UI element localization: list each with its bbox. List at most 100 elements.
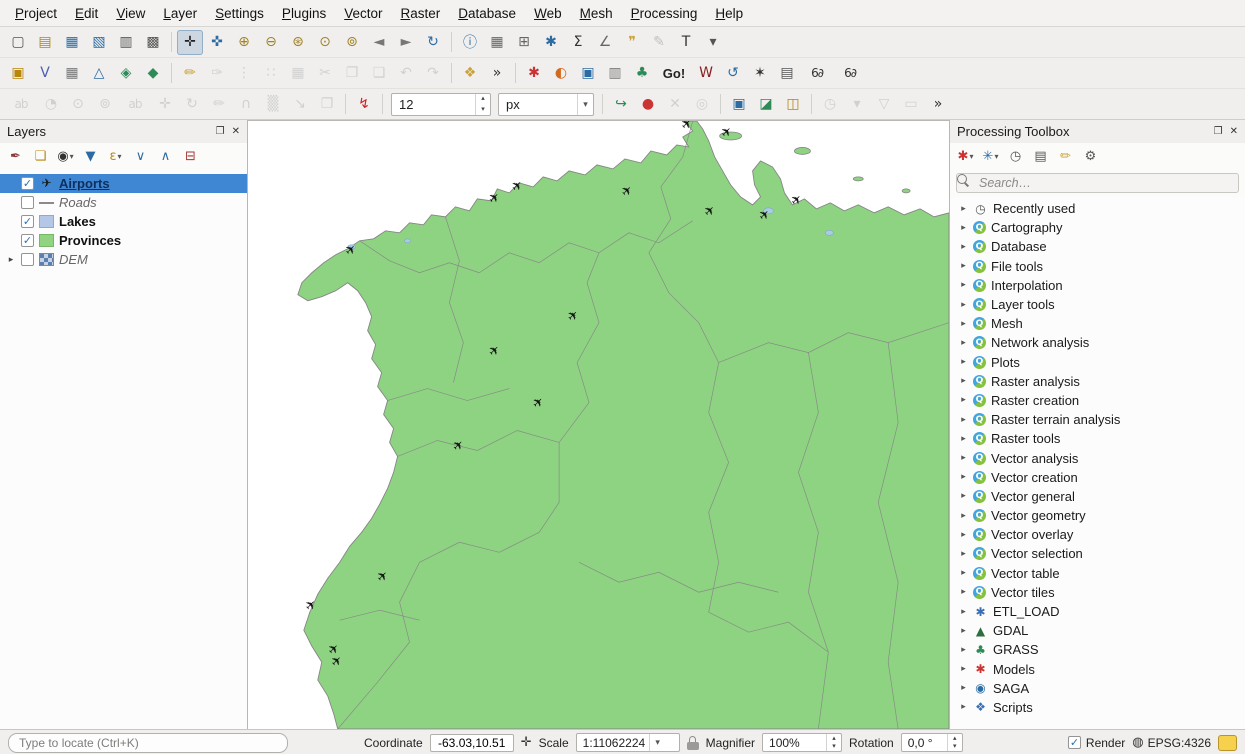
menu-web[interactable]: Web (525, 2, 571, 25)
font-unit-combo-arrow[interactable]: ▾ (577, 94, 593, 115)
toolbar-overflow[interactable]: » (484, 61, 510, 86)
tree-expand-icon[interactable]: ▸ (959, 434, 968, 444)
add-mesh-layer[interactable]: △ (86, 61, 112, 86)
redo[interactable]: ↷ (420, 61, 446, 86)
options[interactable]: ⚙ (1079, 146, 1102, 168)
go-button[interactable]: Go! (656, 61, 692, 86)
toggle-labels[interactable]: ab (119, 92, 151, 117)
reload-plugins[interactable]: ↺ (720, 61, 746, 86)
toolbox-group-mesh[interactable]: ▸QMesh (950, 314, 1245, 333)
toolbox-group-database[interactable]: ▸QDatabase (950, 237, 1245, 256)
change-label[interactable]: ✏ (206, 92, 232, 117)
save-project-as[interactable]: ▧ (86, 30, 112, 55)
menu-raster[interactable]: Raster (392, 2, 450, 25)
menu-view[interactable]: View (107, 2, 154, 25)
plugin-tool[interactable]: ♣ (629, 61, 655, 86)
toggle-editing[interactable]: ✏ (177, 61, 203, 86)
statistical-summary[interactable]: Σ (565, 30, 591, 55)
layers-close-button[interactable]: ✕ (232, 126, 240, 137)
tree-expand-icon[interactable]: ▸ (959, 702, 968, 712)
tree-expand-icon[interactable]: ▸ (959, 491, 968, 501)
new-shapefile-layer[interactable]: ◈ (113, 61, 139, 86)
layer-item-lakes[interactable]: ✓Lakes (0, 212, 247, 231)
elevation-profile[interactable]: ◪ (753, 92, 779, 117)
temporal-controller[interactable]: ◷ (817, 92, 843, 117)
toolbox-group-vector-overlay[interactable]: ▸QVector overlay (950, 525, 1245, 544)
text-annotation[interactable]: T (673, 30, 699, 55)
paste-features[interactable]: ❏ (366, 61, 392, 86)
scale-combo[interactable]: 1:11062224 ▾ (576, 733, 680, 752)
new-annotation[interactable]: ✎ (646, 30, 672, 55)
expand-all[interactable]: ∨ (129, 146, 152, 168)
remove-layer[interactable]: ⊟ (179, 146, 202, 168)
tree-expand-icon[interactable]: ▸ (959, 607, 968, 617)
filter-legend[interactable]: ▼ (79, 146, 102, 168)
filter-dropdown[interactable]: ▽ (871, 92, 897, 117)
rotation-spinbox[interactable]: 0,0 ° ▴▾ (901, 733, 963, 752)
toolbox-group-vector-geometry[interactable]: ▸QVector geometry (950, 506, 1245, 525)
copy-format[interactable]: ❐ (314, 92, 340, 117)
toolbox-group-file-tools[interactable]: ▸QFile tools (950, 257, 1245, 276)
zoom-out[interactable]: ⊖ (258, 30, 284, 55)
menu-project[interactable]: Project (6, 2, 66, 25)
tree-expand-icon[interactable]: ▸ (959, 319, 968, 329)
magnifier-spinbox[interactable]: 100% ▴▾ (762, 733, 842, 752)
rotation-spin-arrows[interactable]: ▴▾ (947, 734, 962, 751)
menu-edit[interactable]: Edit (66, 2, 107, 25)
open-project[interactable]: ▤ (32, 30, 58, 55)
toolbox-group-gdal[interactable]: ▸▲GDAL (950, 621, 1245, 640)
tree-expand-icon[interactable]: ▸ (959, 395, 968, 405)
tree-expand-icon[interactable]: ▸ (959, 511, 968, 521)
measure-line[interactable]: ∠ (592, 30, 618, 55)
toolbox-group-raster-creation[interactable]: ▸QRaster creation (950, 391, 1245, 410)
extra-dropdown[interactable]: ▭ (898, 92, 924, 117)
tree-expand-icon[interactable]: ▸ (959, 568, 968, 578)
binoculars-tool-1[interactable]: 6∂ (801, 61, 833, 86)
zoom-next[interactable]: ► (393, 30, 419, 55)
new-geopackage-layer[interactable]: ◆ (140, 61, 166, 86)
menu-settings[interactable]: Settings (206, 2, 273, 25)
toolbox-group-raster-analysis[interactable]: ▸QRaster analysis (950, 372, 1245, 391)
refresh-map[interactable]: ↻ (420, 30, 446, 55)
tree-expand-icon[interactable]: ▸ (959, 683, 968, 693)
vertex-tool[interactable]: ∷ (258, 61, 284, 86)
toolbox-search-input[interactable] (956, 173, 1239, 193)
new-3d-map-view[interactable]: ▣ (726, 92, 752, 117)
layout-manager[interactable]: ▩ (140, 30, 166, 55)
filter-by-expression[interactable]: ε▾ (104, 146, 127, 168)
messages-icon[interactable] (1218, 735, 1237, 751)
font-size-spinbox[interactable]: 12▴▾ (391, 93, 491, 116)
pin-labels[interactable]: ⊙ (65, 92, 91, 117)
new-project[interactable]: ▢ (5, 30, 31, 55)
layer-visibility-checkbox[interactable]: ✓ (21, 234, 34, 247)
debug-plugin[interactable]: ✶ (747, 61, 773, 86)
font-size-spinbox-arrows[interactable]: ▴▾ (475, 94, 490, 115)
toolbox-group-vector-analysis[interactable]: ▸QVector analysis (950, 448, 1245, 467)
layer-diagram[interactable]: ◔ (38, 92, 64, 117)
label-mask[interactable]: ▒ (260, 92, 286, 117)
layer-expander-icon[interactable]: ▸ (6, 255, 16, 265)
models-menu[interactable]: ✱▾ (954, 146, 977, 168)
zoom-to-selection[interactable]: ⊙ (312, 30, 338, 55)
zoom-in[interactable]: ⊕ (231, 30, 257, 55)
menu-vector[interactable]: Vector (335, 2, 391, 25)
results-viewer[interactable]: ▤ (1029, 146, 1052, 168)
toolbox-group-network-analysis[interactable]: ▸QNetwork analysis (950, 333, 1245, 352)
snapping-options[interactable]: ↯ (351, 92, 377, 117)
menu-mesh[interactable]: Mesh (571, 2, 622, 25)
tree-expand-icon[interactable]: ▸ (959, 280, 968, 290)
pan-map[interactable]: ✛ (177, 30, 203, 55)
render-checkbox[interactable]: ✓ (1068, 736, 1081, 749)
add-raster-layer[interactable]: ▦ (59, 61, 85, 86)
layer-item-dem[interactable]: ▸✓DEM (0, 250, 247, 269)
zoom-last[interactable]: ◄ (366, 30, 392, 55)
osm-download[interactable]: ◐ (548, 61, 574, 86)
zoom-to-layer[interactable]: ⊚ (339, 30, 365, 55)
toolbox-group-vector-creation[interactable]: ▸QVector creation (950, 468, 1245, 487)
tree-expand-icon[interactable]: ▸ (959, 261, 968, 271)
open-layer-styling[interactable]: ✒ (4, 146, 27, 168)
identify-features[interactable]: ⓘ (457, 30, 483, 55)
edit-features-in-place[interactable]: ✏ (1054, 146, 1077, 168)
toolbox-close-button[interactable]: ✕ (1230, 126, 1238, 137)
font-unit-combo[interactable]: px▾ (498, 93, 594, 116)
